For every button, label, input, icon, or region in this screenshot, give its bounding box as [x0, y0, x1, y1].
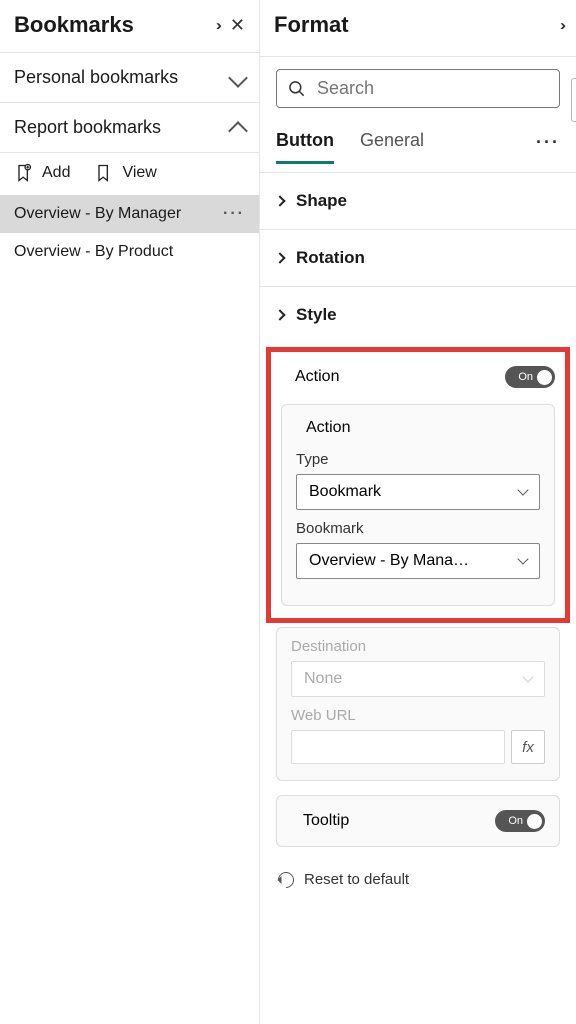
reset-label: Reset to default: [304, 871, 409, 888]
style-label: Style: [296, 305, 337, 325]
collapse-panel-icon[interactable]: ››: [216, 17, 218, 34]
close-icon[interactable]: ✕: [230, 15, 245, 36]
weburl-field-label: Web URL: [291, 707, 545, 724]
action-toggle[interactable]: On: [505, 366, 555, 388]
toggle-on-label: On: [508, 815, 523, 827]
report-bookmarks-label: Report bookmarks: [14, 117, 161, 138]
chevron-right-icon: [274, 252, 285, 263]
action-inner-label: Action: [306, 419, 350, 437]
bookmarks-title: Bookmarks: [14, 12, 134, 38]
tab-general[interactable]: General: [360, 130, 424, 164]
destination-field-label: Destination: [291, 638, 545, 655]
search-input-wrapper[interactable]: [276, 69, 560, 108]
format-tabs: Button General ···: [260, 114, 576, 164]
chevron-up-icon: [228, 121, 248, 141]
toggle-on-label: On: [518, 371, 533, 383]
toggle-knob: [537, 370, 552, 385]
weburl-row: fx: [291, 730, 545, 764]
bookmark-list: Overview - By Manager ··· Overview - By …: [0, 195, 259, 271]
bookmark-item[interactable]: Overview - By Manager ···: [0, 195, 259, 233]
destination-select: None: [291, 661, 545, 697]
format-header-actions: ››: [560, 17, 562, 34]
bookmark-field-label: Bookmark: [296, 520, 540, 537]
action-highlight: Action On Action Type Bookmark Bookmark …: [266, 347, 570, 623]
weburl-input: [291, 730, 505, 764]
chevron-right-icon: [274, 309, 285, 320]
tooltip-toggle[interactable]: On: [495, 810, 545, 832]
rotation-label: Rotation: [296, 248, 365, 268]
action-section-header[interactable]: Action On: [271, 352, 565, 404]
rotation-section[interactable]: Rotation: [260, 229, 576, 286]
type-select-value: Bookmark: [309, 483, 381, 501]
search-input[interactable]: [317, 78, 549, 99]
fx-button[interactable]: fx: [511, 730, 545, 764]
fx-label: fx: [522, 739, 534, 756]
bookmark-view-icon: [94, 163, 114, 183]
more-options-icon[interactable]: ···: [223, 205, 245, 223]
toggle-knob: [527, 814, 542, 829]
chevron-down-icon: [517, 484, 528, 495]
search-icon: [287, 79, 307, 99]
format-header: Format ››: [260, 0, 576, 52]
type-field-label: Type: [296, 451, 540, 468]
chevron-down-icon: [522, 671, 533, 682]
bookmark-item-label: Overview - By Product: [14, 243, 173, 261]
bookmark-add-icon: [14, 163, 34, 183]
report-bookmarks-section[interactable]: Report bookmarks: [0, 102, 259, 152]
format-title: Format: [274, 12, 349, 38]
reset-icon: [275, 868, 298, 891]
bookmark-select[interactable]: Overview - By Mana…: [296, 543, 540, 579]
action-inner-header[interactable]: Action: [296, 419, 540, 437]
reset-to-default-button[interactable]: Reset to default: [260, 857, 576, 902]
add-label: Add: [42, 164, 70, 182]
bookmarks-header-actions: ›› ✕: [216, 15, 245, 36]
action-card: Action Type Bookmark Bookmark Overview -…: [281, 404, 555, 606]
personal-bookmarks-section[interactable]: Personal bookmarks: [0, 52, 259, 102]
style-section[interactable]: Style: [260, 286, 576, 343]
bookmark-select-value: Overview - By Mana…: [309, 552, 469, 570]
chevron-down-icon: [228, 68, 248, 88]
view-bookmark-button[interactable]: View: [94, 163, 156, 183]
tab-button[interactable]: Button: [276, 130, 334, 164]
search-container: [260, 57, 576, 114]
shape-label: Shape: [296, 191, 347, 211]
chevron-right-icon: [274, 195, 285, 206]
format-panel: Format ›› Button General ··· Shape Rotat…: [260, 0, 576, 1024]
action-label: Action: [295, 368, 339, 386]
chevron-down-icon: [517, 553, 528, 564]
shape-section[interactable]: Shape: [260, 172, 576, 229]
panel-resize-handle[interactable]: [571, 78, 576, 122]
more-tabs-icon[interactable]: ···: [536, 132, 560, 163]
tooltip-label: Tooltip: [303, 812, 349, 830]
bookmarks-toolbar: Add View: [0, 152, 259, 195]
bookmarks-header: Bookmarks ›› ✕: [0, 0, 259, 52]
action-card-lower: Destination None Web URL fx: [276, 627, 560, 781]
view-label: View: [122, 164, 156, 182]
add-bookmark-button[interactable]: Add: [14, 163, 70, 183]
type-select[interactable]: Bookmark: [296, 474, 540, 510]
bookmark-item-label: Overview - By Manager: [14, 205, 181, 223]
bookmarks-panel: Bookmarks ›› ✕ Personal bookmarks Report…: [0, 0, 260, 1024]
collapse-panel-icon[interactable]: ››: [560, 17, 562, 34]
tooltip-section[interactable]: Tooltip On: [276, 795, 560, 847]
bookmark-item[interactable]: Overview - By Product: [0, 233, 259, 271]
personal-bookmarks-label: Personal bookmarks: [14, 67, 178, 88]
destination-select-value: None: [304, 670, 342, 688]
